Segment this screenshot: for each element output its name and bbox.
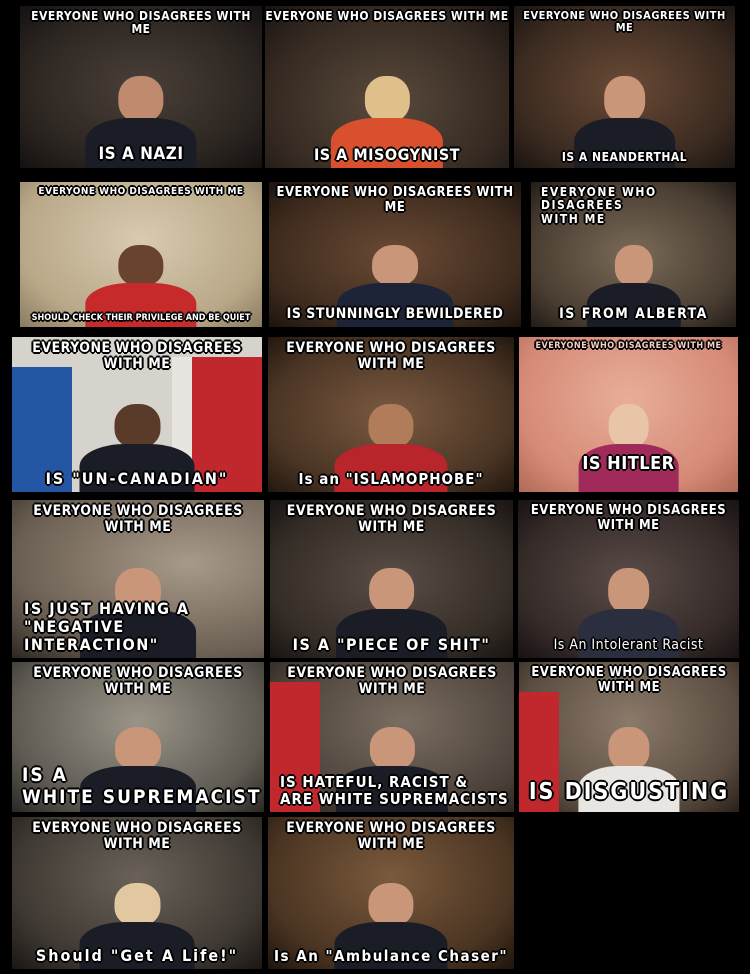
meme-panel-12: EVERYONE WHO DISAGREES WITH ME Is An Int…	[518, 500, 739, 658]
meme-panel-9: EVERYONE WHO DISAGREES WITH ME IS HITLER	[519, 337, 738, 492]
meme-panel-13: EVERYONE WHO DISAGREES WITH ME IS A WHIT…	[12, 662, 264, 812]
meme-panel-2: EVERYONE WHO DISAGREES WITH ME IS A MISO…	[265, 6, 509, 168]
panel-bottom-caption: Should "Get A Life!"	[35, 946, 239, 966]
panel-top-caption: EVERYONE WHO DISAGREES WITH ME	[287, 665, 497, 697]
panel-top-caption: EVERYONE WHO DISAGREES WITH ME	[531, 665, 727, 695]
panel-bottom-caption: IS DISGUSTING	[528, 779, 730, 806]
panel-top-caption: EVERYONE WHO DISAGREES WITH ME	[535, 341, 722, 351]
panel-top-caption: EVERYONE WHO DISAGREES WITH ME	[265, 9, 509, 23]
meme-panel-5: EVERYONE WHO DISAGREES WITH ME IS STUNNI…	[269, 182, 521, 327]
panel-top-caption: EVERYONE WHO DISAGREES WITH ME	[38, 186, 244, 197]
meme-panel-10: EVERYONE WHO DISAGREES WITH ME IS JUST H…	[12, 500, 264, 658]
meme-panel-15: EVERYONE WHO DISAGREES WITH ME IS DISGUS…	[519, 662, 739, 812]
meme-panel-8: EVERYONE WHO DISAGREES WITH ME Is an "IS…	[268, 337, 514, 492]
panel-bottom-caption: IS "UN-CANADIAN"	[45, 469, 229, 489]
panel-top-caption: EVERYONE WHO DISAGREES WITH ME	[541, 185, 657, 226]
panel-top-caption: EVERYONE WHO DISAGREES WITH ME	[286, 340, 496, 372]
panel-bottom-caption: SHOULD CHECK THEIR PRIVILEGE AND BE QUIE…	[31, 312, 251, 323]
panel-top-caption: EVERYONE WHO DISAGREES WITH ME	[530, 503, 727, 533]
panel-top-caption: EVERYONE WHO DISAGREES WITH ME	[276, 185, 514, 215]
meme-panel-17: EVERYONE WHO DISAGREES WITH ME Is An "Am…	[268, 817, 514, 969]
panel-bottom-caption: IS A "PIECE OF SHIT"	[292, 635, 491, 655]
panel-bottom-caption: IS A NEANDERTHAL	[561, 149, 688, 164]
panel-top-caption: EVERYONE WHO DISAGREES WITH ME	[33, 665, 243, 697]
panel-top-caption: EVERYONE WHO DISAGREES WITH ME	[32, 820, 242, 852]
panel-top-caption: EVERYONE WHO DISAGREES WITH ME	[32, 340, 242, 372]
panel-bottom-caption: IS A MISOGYNIST	[313, 145, 461, 165]
panel-top-caption: EVERYONE WHO DISAGREES WITH ME	[31, 9, 251, 37]
meme-panel-6: EVERYONE WHO DISAGREES WITH ME IS FROM A…	[531, 182, 736, 327]
person-photo	[578, 403, 679, 492]
panel-bottom-caption: Is an "ISLAMOPHOBE"	[298, 470, 484, 489]
meme-panel-7: EVERYONE WHO DISAGREES WITH ME IS "UN-CA…	[12, 337, 262, 492]
meme-panel-14: EVERYONE WHO DISAGREES WITH ME IS HATEFU…	[270, 662, 514, 812]
panel-top-caption: EVERYONE WHO DISAGREES WITH ME	[286, 503, 497, 535]
panel-top-caption: EVERYONE WHO DISAGREES WITH ME	[523, 9, 726, 35]
panel-bottom-caption: IS A WHITE SUPREMACIST	[22, 764, 262, 808]
meme-panel-4: EVERYONE WHO DISAGREES WITH ME SHOULD CH…	[20, 182, 262, 327]
meme-panel-1: EVERYONE WHO DISAGREES WITH ME IS A NAZI	[20, 6, 262, 168]
panel-bottom-caption: Is An "Ambulance Chaser"	[274, 947, 508, 966]
panel-bottom-caption: IS HATEFUL, RACIST & ARE WHITE SUPREMACI…	[280, 773, 509, 809]
panel-bottom-caption: IS STUNNINGLY BEWILDERED	[286, 306, 504, 323]
panel-bottom-caption: Is An Intolerant Racist	[553, 637, 704, 654]
meme-panel-11: EVERYONE WHO DISAGREES WITH ME IS A "PIE…	[270, 500, 513, 658]
panel-bottom-caption: IS A NAZI	[98, 143, 184, 164]
panel-bottom-caption: IS JUST HAVING A "NEGATIVE INTERACTION"	[24, 599, 190, 655]
panel-top-caption: EVERYONE WHO DISAGREES WITH ME	[33, 503, 243, 535]
meme-panel-16: EVERYONE WHO DISAGREES WITH ME Should "G…	[12, 817, 262, 969]
panel-top-caption: EVERYONE WHO DISAGREES WITH ME	[286, 820, 496, 852]
panel-bottom-caption: IS FROM ALBERTA	[559, 306, 708, 323]
panel-bottom-caption: IS HITLER	[582, 452, 675, 474]
meme-panel-3: EVERYONE WHO DISAGREES WITH ME IS A NEAN…	[514, 6, 735, 168]
